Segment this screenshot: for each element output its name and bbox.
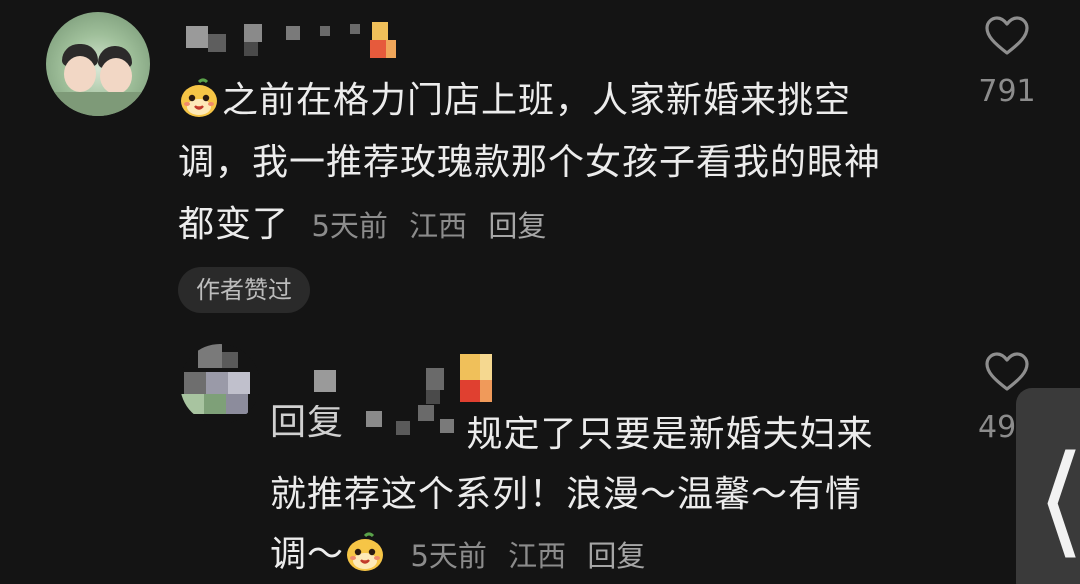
- comment-time: 5天前: [311, 209, 388, 243]
- commenter-avatar[interactable]: [46, 12, 150, 116]
- reply-body: 回复 规定了只要是新婚夫妇来 就推荐这个系列！浪漫～温馨～有情 调～ 5天前 江…: [270, 405, 970, 584]
- comment-thread: 之前在格力门店上班，人家新婚来挑空 调，我一推荐玫瑰款那个女孩子看我的眼神 都变…: [0, 0, 1080, 584]
- reply-commenter-avatar[interactable]: [180, 344, 260, 424]
- comment-text-line-2: 调，我一推荐玫瑰款那个女孩子看我的眼神: [178, 142, 882, 183]
- reply-prefix: 回复: [270, 405, 345, 441]
- side-expand-handle[interactable]: ❬: [1016, 388, 1080, 584]
- reply-text-line-3: 调～: [270, 534, 345, 575]
- heart-icon[interactable]: [962, 16, 1052, 60]
- comment-reply-button[interactable]: 回复: [488, 209, 546, 243]
- mango-face-emoji-icon: [178, 76, 220, 117]
- reply-text-line-2: 就推荐这个系列！浪漫～温馨～有情: [270, 474, 863, 515]
- reply-meta: 5天前 江西 回复: [410, 539, 657, 573]
- comment-text-line-1: 之前在格力门店上班，人家新婚来挑空: [222, 80, 852, 121]
- comment-like-group[interactable]: 791: [962, 16, 1052, 109]
- chevron-left-icon: ❬: [1032, 440, 1080, 548]
- mango-face-emoji-icon: [344, 531, 386, 571]
- author-liked-badge: 作者赞过: [178, 267, 310, 313]
- reply-time: 5天前: [410, 539, 487, 573]
- comment-location: 江西: [409, 209, 468, 243]
- reply-reply-button[interactable]: 回复: [587, 539, 645, 573]
- reply-username-mosaic[interactable]: [310, 352, 510, 412]
- reply-location: 江西: [508, 539, 567, 573]
- commenter-username-mosaic[interactable]: [180, 20, 410, 60]
- reply-target-username-mosaic[interactable]: [356, 405, 466, 441]
- comment-meta: 5天前 江西 回复: [311, 209, 558, 243]
- reply-text-line-1: 规定了只要是新婚夫妇来: [466, 414, 874, 455]
- comment-text-line-3: 都变了: [178, 204, 290, 245]
- comment-like-count: 791: [978, 74, 1036, 109]
- comment-body: 之前在格力门店上班，人家新婚来挑空 调，我一推荐玫瑰款那个女孩子看我的眼神 都变…: [178, 70, 938, 257]
